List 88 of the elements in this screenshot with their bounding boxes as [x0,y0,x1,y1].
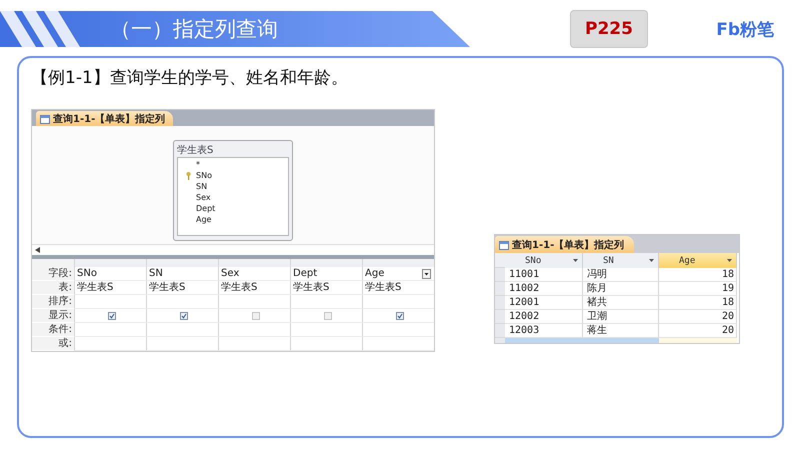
row-label: 表: [32,281,74,294]
grid-cell[interactable]: 学生表S [218,281,290,295]
grid-cell[interactable]: 学生表S [290,281,362,295]
field-name[interactable]: SN [196,182,208,191]
table-cell: 18 [659,268,737,282]
grid-cell[interactable]: Age [362,267,434,281]
column-header[interactable]: Age [659,253,737,268]
row-label: 条件: [32,323,74,336]
grid-cell[interactable]: Dept [290,267,362,281]
column-header[interactable]: SNo [505,253,583,268]
table-cell: 卫潮 [583,310,659,324]
row-label: 字段: [32,267,74,280]
horizontal-scrollbar[interactable] [32,244,434,255]
grid-cell[interactable] [74,323,146,337]
grid-cell[interactable] [74,309,146,323]
table-cell: 冯明 [583,268,659,282]
field-name[interactable]: SNo [196,171,212,180]
grid-cell[interactable]: SNo [74,267,146,281]
column-header[interactable]: SN [583,253,659,268]
table-cell: 20 [659,310,737,324]
question-text: 【例1-1】查询学生的学号、姓名和年龄。 [31,67,349,89]
column-selector[interactable] [146,259,218,267]
table-cell: 11002 [505,282,583,296]
dropdown-arrow-icon[interactable] [573,259,578,262]
new-record-row[interactable] [495,338,737,343]
field-name[interactable]: Dept [196,204,216,213]
show-checkbox[interactable] [252,312,260,320]
table-cell: 18 [659,296,737,310]
table-title: 学生表S [177,144,214,157]
table-cell: 12001 [505,296,583,310]
grid-cell[interactable] [218,323,290,337]
grid-cell[interactable] [146,323,218,337]
table-cell: 12002 [505,310,583,324]
field-name[interactable]: Age [196,215,212,224]
dropdown-arrow-icon[interactable] [649,259,654,262]
grid-cell[interactable] [146,337,218,351]
grid-cell[interactable] [218,337,290,351]
table-corner [495,253,505,268]
query-icon [40,114,50,124]
grid-cell[interactable] [74,337,146,351]
grid-cell[interactable] [362,309,434,323]
grid-cell[interactable]: 学生表S [146,281,218,295]
column-selector[interactable] [218,259,290,267]
grid-cell[interactable] [290,295,362,309]
grid-cell[interactable]: 学生表S [74,281,146,295]
row-selector[interactable] [495,268,505,282]
grid-cell[interactable] [290,337,362,351]
grid-cell[interactable] [218,309,290,323]
show-checkbox[interactable] [108,312,116,320]
scroll-left-icon[interactable] [35,247,40,253]
grid-cell[interactable] [218,295,290,309]
grid-cell[interactable] [146,309,218,323]
field-name[interactable]: * [196,160,200,169]
row-selector[interactable] [495,296,505,310]
dropdown-icon[interactable] [422,268,431,278]
grid-cell[interactable]: 学生表S [362,281,434,295]
grid-cell[interactable] [290,309,362,323]
grid-cell[interactable] [362,323,434,337]
row-selector[interactable] [495,324,505,338]
row-label: 或: [32,337,74,350]
grid-cell[interactable]: Sex [218,267,290,281]
grid-cell[interactable] [290,323,362,337]
column-selector[interactable] [290,259,362,267]
show-checkbox[interactable] [324,312,332,320]
row-selector[interactable] [495,282,505,296]
table-cell: 褚共 [583,296,659,310]
section-title: （一）指定列查询 [110,16,278,43]
logo: Fb粉笔 [716,18,774,40]
dropdown-arrow-icon[interactable] [727,259,732,262]
table-cell: 陈月 [583,282,659,296]
grid-cell[interactable] [74,295,146,309]
result-tab[interactable]: 查询1-1-【单表】指定列 [495,236,634,253]
table-cell: 19 [659,282,737,296]
show-checkbox[interactable] [180,312,188,320]
grid-cell[interactable] [146,295,218,309]
row-label: 显示: [32,309,74,322]
show-checkbox[interactable] [396,312,404,320]
grid-cell[interactable] [362,295,434,309]
row-label: 排序: [32,295,74,308]
grid-cell[interactable]: SN [146,267,218,281]
column-selector[interactable] [74,259,146,267]
table-cell: 11001 [505,268,583,282]
query-tab[interactable]: 查询1-1-【单表】指定列 [36,111,174,126]
field-name[interactable]: Sex [196,193,211,202]
page-badge: P225 [570,10,648,48]
grid-cell[interactable] [362,337,434,351]
row-selector[interactable] [495,310,505,324]
query-icon [499,240,509,250]
